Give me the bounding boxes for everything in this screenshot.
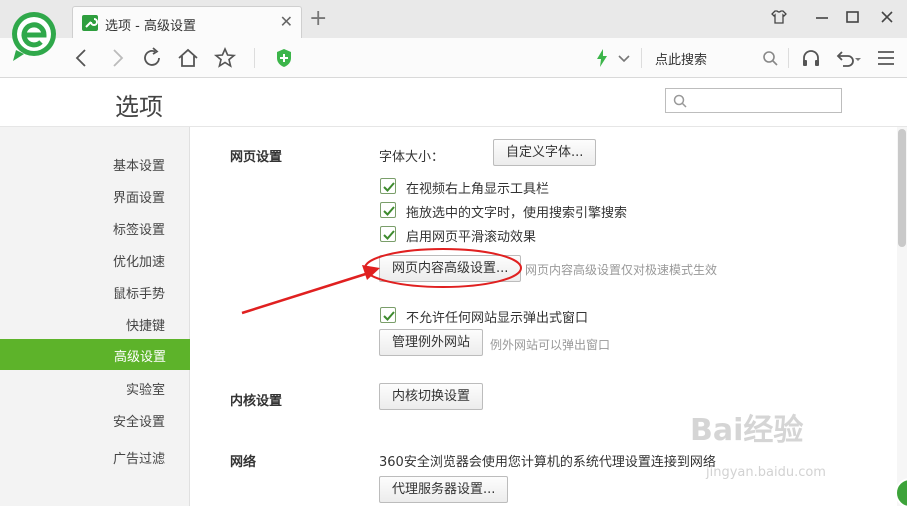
checkbox[interactable] — [380, 307, 396, 323]
sidebar-item-label: 高级设置 — [113, 350, 166, 365]
advanced-content-settings-button[interactable]: 网页内容高级设置... — [379, 255, 522, 282]
sidebar-item-mouse-gestures[interactable]: 鼠标手势 — [113, 283, 165, 302]
tab-close-icon[interactable]: ✕ — [280, 12, 293, 31]
proxy-settings-button[interactable]: 代理服务器设置... — [379, 476, 509, 503]
checkbox[interactable] — [380, 202, 396, 218]
toolbar: 点此搜索 — [0, 38, 907, 78]
maximize-icon[interactable] — [844, 8, 866, 30]
headphones-icon[interactable] — [799, 46, 823, 70]
custom-font-button[interactable]: 自定义字体... — [493, 139, 597, 166]
new-tab-button[interactable]: + — [309, 8, 327, 30]
checkbox-label: 不允许任何网站显示弹出式窗口 — [406, 311, 589, 326]
sidebar-item-shortcuts[interactable]: 快捷键 — [126, 315, 165, 334]
options-header: 选项 — [0, 78, 907, 127]
content-scrollbar[interactable] — [897, 127, 907, 506]
toolbar-search-box[interactable]: 点此搜索 — [655, 49, 707, 68]
sidebar-item-optimize[interactable]: 优化加速 — [113, 251, 165, 270]
search-icon[interactable] — [758, 46, 782, 70]
checkbox-label: 启用网页平滑滚动效果 — [406, 230, 537, 245]
shield-plus-icon[interactable] — [272, 46, 296, 70]
checkbox[interactable] — [380, 226, 396, 242]
undo-dropdown-icon[interactable] — [853, 46, 863, 70]
checkbox-label: 在视频右上角显示工具栏 — [406, 182, 550, 197]
toolbar-divider — [641, 48, 642, 68]
kernel-switch-button[interactable]: 内核切换设置 — [379, 383, 484, 410]
options-search-input[interactable] — [665, 88, 842, 113]
home-icon[interactable] — [176, 46, 200, 70]
tab-bar: 选项 - 高级设置 ✕ + — [0, 0, 907, 38]
skin-icon[interactable] — [770, 8, 792, 30]
favorite-star-icon[interactable] — [213, 46, 237, 70]
menu-icon[interactable] — [874, 46, 898, 70]
tab-options[interactable]: 选项 - 高级设置 ✕ — [72, 6, 302, 38]
minimize-icon[interactable] — [813, 8, 835, 30]
page-title: 选项 — [115, 93, 163, 121]
manage-exceptions-button[interactable]: 管理例外网站 — [379, 329, 484, 356]
close-window-icon[interactable] — [878, 8, 900, 30]
advanced-content-hint: 网页内容高级设置仅对极速模式生效 — [525, 263, 718, 277]
tab-title: 选项 - 高级设置 — [105, 19, 196, 34]
browser-logo — [10, 10, 60, 64]
toolbar-divider — [788, 48, 789, 68]
search-icon — [673, 94, 687, 108]
forward-icon[interactable] — [105, 46, 129, 70]
options-sidebar: 基本设置 界面设置 标签设置 优化加速 鼠标手势 快捷键 高级设置 实验室 安全… — [0, 127, 190, 506]
lightning-icon[interactable] — [590, 46, 614, 70]
scrollbar-thumb[interactable] — [898, 129, 906, 247]
sidebar-item-security[interactable]: 安全设置 — [113, 411, 165, 430]
exception-hint: 例外网站可以弹出窗口 — [490, 338, 611, 352]
sidebar-item-ad-filter[interactable]: 广告过滤 — [113, 448, 165, 467]
sidebar-item-advanced[interactable]: 高级设置 — [0, 339, 190, 370]
sidebar-item-tabs[interactable]: 标签设置 — [113, 219, 165, 238]
proxy-description: 360安全浏览器会使用您计算机的系统代理设置连接到网络 — [379, 455, 716, 470]
font-size-label: 字体大小： — [379, 150, 445, 165]
back-icon[interactable] — [70, 46, 94, 70]
baidu-watermark-url: jingyan.baidu.com — [706, 465, 826, 480]
refresh-icon[interactable] — [140, 46, 164, 70]
wrench-icon — [82, 15, 98, 31]
toolbar-divider — [254, 48, 255, 68]
checkbox[interactable] — [380, 178, 396, 194]
section-title-kernel: 内核设置 — [230, 394, 283, 409]
chevron-down-icon[interactable] — [612, 46, 636, 70]
sidebar-item-interface[interactable]: 界面设置 — [113, 187, 165, 206]
checkbox-label: 拖放选中的文字时，使用搜索引擎搜索 — [406, 206, 628, 221]
browser-window: 选项 - 高级设置 ✕ + 点此搜索 选项 基本设置 界面设置 标签设置 优化加… — [0, 0, 907, 506]
sidebar-item-lab[interactable]: 实验室 — [126, 379, 165, 398]
section-title-network: 网络 — [230, 455, 257, 470]
sidebar-item-basic[interactable]: 基本设置 — [113, 155, 165, 174]
baidu-watermark: Bai经验 — [690, 413, 804, 448]
settings-content: 网页设置 字体大小： 自定义字体... 在视频右上角显示工具栏 拖放选中的文字时… — [190, 127, 897, 506]
section-title-web: 网页设置 — [230, 150, 283, 165]
